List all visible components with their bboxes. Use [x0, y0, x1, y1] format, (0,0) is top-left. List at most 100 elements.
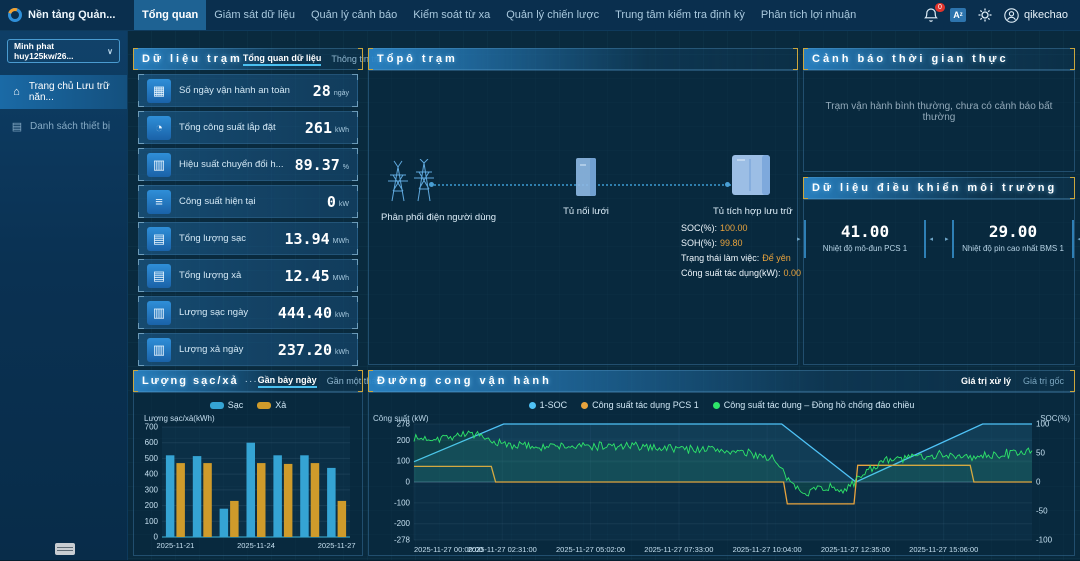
line-legend: 1-SOC Công suất tác dụng PCS 1 Công suất…: [369, 398, 1074, 412]
curve-chart-body: 1-SOC Công suất tác dụng PCS 1 Công suất…: [368, 392, 1075, 556]
svg-text:-100: -100: [1036, 536, 1053, 545]
panel-title: Tổpô trạm: [369, 53, 458, 65]
chevron-down-icon: ∨: [107, 47, 113, 56]
svg-text:400: 400: [145, 470, 159, 479]
environment-body: ▸ 41.00 Nhiệt độ mô-đun PCS 1 ◂ ▸ 29.00 …: [803, 199, 1075, 365]
storage-stats: SOC(%):100.00 SOH(%):99.80 Trạng thái là…: [681, 221, 801, 281]
sidebar-item-device-list[interactable]: ▤ Danh sách thiết bị: [0, 109, 127, 143]
tab-quan-ly-canh-bao[interactable]: Quản lý cảnh báo: [303, 0, 405, 30]
discharge-icon: ▤: [147, 264, 171, 288]
svg-text:2025-11-27 05:02:00: 2025-11-27 05:02:00: [556, 545, 625, 554]
meter-dot: [713, 402, 720, 409]
charge-discharge-panel: Lượng sạc/xả ··· Gần bảy ngày Gần một th…: [133, 370, 363, 556]
sidebar-item-home[interactable]: ⌂ Trang chủ Lưu trữ năn...: [0, 75, 127, 109]
env-stat-bms-temp: ▸ 29.00 Nhiệt độ pin cao nhất BMS 1 ◂: [952, 220, 1074, 258]
svg-text:2025-11-27 15:06:00: 2025-11-27 15:06:00: [909, 545, 978, 554]
sidebar-item-label: Trang chủ Lưu trữ năn...: [29, 81, 127, 103]
metric-conversion-efficiency: ▥ Hiệu suất chuyển đổi h... 89.37 %: [138, 148, 358, 181]
tab-quan-ly-chien-luoc[interactable]: Quản lý chiến lược: [498, 0, 607, 30]
legend-meter-power[interactable]: Công suất tác dụng – Đồng hồ chống đảo c…: [713, 400, 915, 410]
active-power-value: 0.00: [784, 268, 802, 278]
charge-chart-body: Sạc Xả Lượng sạc/xả(kWh) 010020030040050…: [133, 392, 363, 556]
username: qikechao: [1024, 9, 1068, 21]
svg-text:-200: -200: [394, 519, 411, 528]
tab-kiem-soat-tu-xa[interactable]: Kiểm soát từ xa: [405, 0, 498, 30]
panel-title: Đường cong vận hành: [369, 375, 552, 387]
daily-discharge-icon: ▥: [147, 338, 171, 362]
language-icon[interactable]: Az: [950, 8, 966, 22]
svg-text:2025-11-27 02:31:00: 2025-11-27 02:31:00: [468, 545, 537, 554]
marker-icon: ▸: [797, 235, 801, 243]
tab-phan-tich-loi-nhuan[interactable]: Phân tích lợi nhuận: [753, 0, 864, 30]
svg-text:200: 200: [145, 501, 159, 510]
sac-swatch: [210, 402, 224, 409]
power-towers-icon: [384, 159, 442, 203]
metric-safe-days: ▦ Số ngày vận hành an toàn 28 ngày: [138, 74, 358, 107]
metric-current-power: ≡ Công suất hiện tại 0 kW: [138, 185, 358, 218]
processed-value-button[interactable]: Giá trị xử lý: [961, 376, 1011, 386]
tab-tong-quan[interactable]: Tổng quan: [134, 0, 206, 30]
soh-value: 99.80: [720, 238, 743, 248]
curve-panel-header: Đường cong vận hành Giá trị xử lý Giá tr…: [368, 370, 1075, 392]
legend-xa[interactable]: Xả: [257, 400, 286, 410]
sidebar-item-label: Danh sách thiết bị: [30, 121, 110, 132]
raw-value-button[interactable]: Giá trị gốc: [1023, 376, 1064, 386]
topology-body: Phân phối điện người dùng Tủ nối lưới Tủ…: [368, 70, 798, 365]
home-icon: ⌂: [11, 86, 22, 98]
legend-pcs-power[interactable]: Công suất tác dụng PCS 1: [581, 400, 699, 410]
svg-text:500: 500: [145, 454, 159, 463]
topology-panel: Tổpô trạm Phân phối điện người dùng Tủ n…: [368, 48, 798, 365]
station-select-value: Minh phat huy125kw/26...: [14, 41, 107, 61]
bar-legend: Sạc Xả: [134, 398, 362, 412]
sidebar: Minh phat huy125kw/26... ∨ ⌂ Trang chủ L…: [0, 30, 128, 560]
svg-text:-278: -278: [394, 536, 411, 545]
user-avatar-icon: [1004, 8, 1019, 23]
layers-icon: ≡: [147, 190, 171, 214]
metric-daily-discharge: ▥ Lượng xả ngày 237.20 kWh: [138, 333, 358, 366]
metric-installed-capacity: ◔ Tổng công suất lắp đặt 261 kWh: [138, 111, 358, 144]
svg-text:700: 700: [145, 423, 159, 432]
env-stat-pcs-temp: ▸ 41.00 Nhiệt độ mô-đun PCS 1 ◂: [804, 220, 926, 258]
panel-title: Dữ liệu trạm: [134, 53, 243, 65]
notification-badge: 0: [935, 3, 945, 12]
alarm-body: Trạm vận hành bình thường, chưa có cảnh …: [803, 70, 1075, 172]
floating-widget-icon[interactable]: [55, 543, 75, 555]
svg-text:-50: -50: [1036, 507, 1048, 516]
node-grid-cabinet[interactable]: Tủ nối lưới: [554, 157, 618, 217]
station-select[interactable]: Minh phat huy125kw/26... ∨: [7, 39, 120, 63]
main-nav: Tổng quan Giám sát dữ liệu Quản lý cảnh …: [134, 0, 864, 30]
station-data-header: Dữ liệu trạm Tổng quan dữ liệu Thông tin…: [133, 48, 363, 70]
notification-bell-icon[interactable]: 0: [924, 8, 938, 23]
metric-total-charge: ▤ Tổng lượng sạc 13.94 MWh: [138, 222, 358, 255]
top-bar: Nền tảng Quản... Tổng quan Giám sát dữ l…: [0, 0, 1080, 31]
station-metrics: ▦ Số ngày vận hành an toàn 28 ngày ◔ Tổn…: [133, 70, 363, 365]
main-content: Dữ liệu trạm Tổng quan dữ liệu Thông tin…: [127, 30, 1080, 560]
tab-data-overview[interactable]: Tổng quan dữ liệu: [243, 53, 322, 66]
svg-text:300: 300: [145, 485, 159, 494]
svg-text:2025-11-21: 2025-11-21: [156, 541, 194, 550]
svg-text:2025-11-27 07:33:00: 2025-11-27 07:33:00: [644, 545, 713, 554]
metric-total-discharge: ▤ Tổng lượng xả 12.45 MWh: [138, 259, 358, 292]
tab-giam-sat-du-lieu[interactable]: Giám sát dữ liệu: [206, 0, 303, 30]
environment-header: Dữ liệu điều khiển môi trường: [803, 177, 1075, 199]
legend-soc[interactable]: 1-SOC: [529, 400, 568, 410]
metric-daily-charge: ▥ Lượng sạc ngày 444.40 kWh: [138, 296, 358, 329]
tab-last-7-days[interactable]: Gần bảy ngày: [258, 375, 317, 388]
operation-curve-panel: Đường cong vận hành Giá trị xử lý Giá tr…: [368, 370, 1075, 556]
bar-chart-svg: 01002003004005006007002025-11-212025-11-…: [134, 423, 356, 551]
alarm-header: Cảnh báo thời gian thực: [803, 48, 1075, 70]
tab-trung-tam-kiem-tra-dinh-ky[interactable]: Trung tâm kiểm tra định kỳ: [607, 0, 753, 30]
svg-text:600: 600: [145, 438, 159, 447]
svg-text:50: 50: [1036, 449, 1045, 458]
more-icon[interactable]: ···: [245, 376, 258, 387]
charge-panel-header: Lượng sạc/xả ··· Gần bảy ngày Gần một th…: [133, 370, 363, 392]
node-user-distribution[interactable]: Phân phối điện người dùng: [381, 159, 445, 223]
device-list-icon: ▤: [11, 120, 23, 133]
settings-gear-icon[interactable]: [978, 8, 992, 22]
svg-text:2025-11-27: 2025-11-27: [318, 541, 356, 550]
node-storage-cabinet[interactable]: Tủ tích hợp lưu trữ: [713, 153, 789, 217]
user-menu[interactable]: qikechao: [1004, 8, 1068, 23]
logo-icon: [7, 7, 23, 23]
svg-text:SOC(%): SOC(%): [1040, 414, 1070, 423]
legend-sac[interactable]: Sạc: [210, 400, 244, 410]
